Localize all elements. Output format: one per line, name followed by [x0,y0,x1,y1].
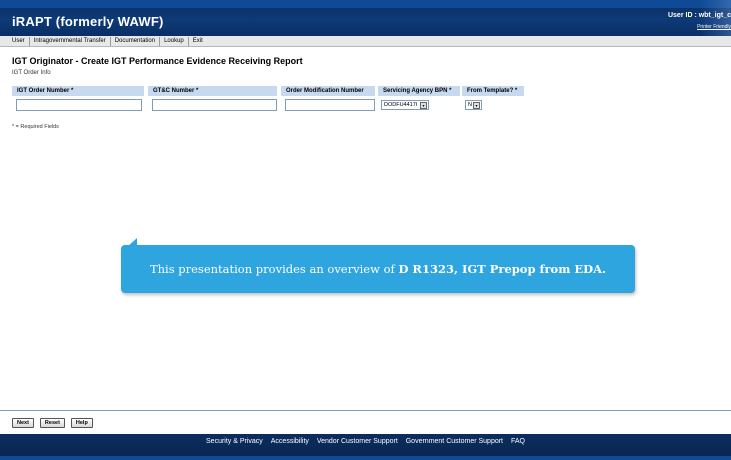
user-id-label: User ID : wbt_igt_c [667,12,731,19]
next-button[interactable]: Next [12,418,34,428]
reset-button[interactable]: Reset [39,418,65,428]
column-header-order-modification-number: Order Modification Number [281,86,375,96]
app-header: iRAPT (formerly WAWF) User ID : wbt_igt_… [0,0,731,36]
menu-item-lookup[interactable]: Lookup [160,36,189,46]
servicing-agency-bpn-select[interactable]: DODFU4417I ▾ [381,100,429,110]
menu-item-user[interactable]: User [8,36,30,46]
header-band [0,0,731,8]
action-buttons: Next Reset Help [12,418,93,428]
callout-text-bold: D R1323, IGT Prepop from EDA. [398,262,607,276]
footer-link-vendor-customer-support[interactable]: Vendor Customer Support [317,438,398,445]
page-title: IGT Originator - Create IGT Performance … [12,56,303,66]
app-title: iRAPT (formerly WAWF) [12,14,164,29]
help-button[interactable]: Help [70,418,93,428]
footer-link-accessibility[interactable]: Accessibility [271,438,309,445]
from-template-value: N [468,102,472,108]
menu-item-documentation[interactable]: Documentation [111,36,161,46]
gtc-number-input[interactable] [152,99,277,111]
order-modification-number-input[interactable] [285,99,375,111]
column-header-from-template: From Template? * [462,86,524,96]
chevron-down-icon[interactable]: ▾ [473,102,480,109]
footer-link-faq[interactable]: FAQ [511,438,525,445]
bottom-divider [0,410,731,411]
servicing-agency-bpn-value: DODFU4417I [384,102,418,108]
igt-order-number-input[interactable] [16,99,142,111]
footer-links: Security & Privacy Accessibility Vendor … [0,438,731,445]
footer-link-government-customer-support[interactable]: Government Customer Support [406,438,503,445]
required-fields-note: * = Required Fields [12,124,59,130]
callout-text: This presentation provides an overview o… [121,245,635,293]
menu-item-intragovernmental-transfer[interactable]: Intragovernmental Transfer [30,36,111,46]
menu-bar: User Intragovernmental Transfer Document… [0,36,731,47]
section-label: IGT Order Info [12,70,51,76]
presentation-callout: This presentation provides an overview o… [121,245,635,293]
from-template-select[interactable]: N ▾ [465,100,482,110]
column-header-gtc-number: GT&C Number * [148,86,277,96]
column-header-servicing-agency-bpn: Servicing Agency BPN * [378,86,460,96]
printer-friendly-link[interactable]: Printer Friendly [697,24,731,30]
chevron-down-icon[interactable]: ▾ [420,102,427,109]
footer-link-security-privacy[interactable]: Security & Privacy [206,438,263,445]
footer-stripe [0,456,731,460]
callout-text-prefix: This presentation provides an overview o… [149,262,399,276]
menu-item-exit[interactable]: Exit [189,37,207,46]
column-header-igt-order-number: IGT Order Number * [12,86,144,96]
